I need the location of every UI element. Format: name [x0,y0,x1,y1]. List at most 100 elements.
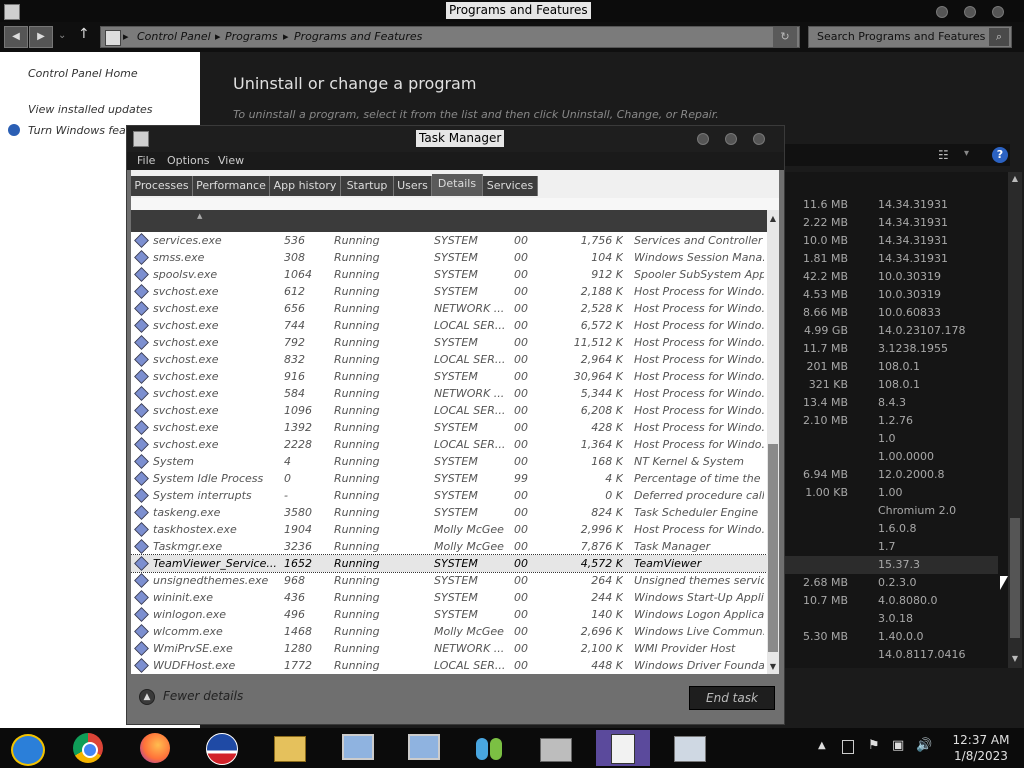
programs-list[interactable]: 11.6 MB 14.34.31931 2.22 MB 14.34.31931 10.0… [784,172,1010,668]
address-bar[interactable]: ▸ Control Panel ▸ Programs ▸ Programs an… [100,26,800,48]
scroll-down-icon[interactable]: ▼ [1010,654,1020,664]
windows-media-icon[interactable] [0,730,54,766]
obama-logo-icon[interactable] [194,730,248,766]
process-row[interactable]: services.exe 536 Running SYSTEM 00 1,756 K Ser… [131,232,767,249]
breadcrumb-control-panel[interactable]: Control Panel [137,27,211,47]
process-table[interactable]: services.exe 536 Running SYSTEM 00 1,756 K Ser… [131,232,767,674]
minimize-button[interactable] [936,6,948,18]
cash-register-icon[interactable] [528,730,582,766]
program-row[interactable]: 11.6 MB 14.34.31931 [784,196,998,214]
program-row[interactable]: 11.7 MB 3.1238.1955 [784,340,998,358]
program-row[interactable]: 13.4 MB 8.4.3 [784,394,998,412]
view-options-icon[interactable]: ☷ [938,148,949,162]
program-row[interactable]: 1.6.0.8 [784,520,998,538]
breadcrumb-programs-features[interactable]: Programs and Features [294,27,422,47]
program-row[interactable]: 6.94 MB 12.0.2000.8 [784,466,998,484]
search-input[interactable]: Search Programs and Features ⌕ [808,26,1012,48]
forward-button[interactable]: ▶ [29,26,53,48]
scroll-up-icon[interactable]: ▲ [767,214,779,223]
close-button[interactable] [992,6,1004,18]
scroll-down-icon[interactable]: ▼ [767,662,779,671]
program-row[interactable]: 42.2 MB 10.0.30319 [784,268,998,286]
program-row[interactable]: 10.0 MB 14.34.31931 [784,232,998,250]
control-panel-icon[interactable] [662,730,716,766]
chrome-icon[interactable] [62,730,116,766]
program-row[interactable]: 2.22 MB 14.34.31931 [784,214,998,232]
process-row[interactable]: WUDFHost.exe 1772 Running LOCAL SER... 00 448… [131,657,767,674]
process-row[interactable]: winlogon.exe 496 Running SYSTEM 00 140 K Windo… [131,606,767,623]
process-row[interactable]: spoolsv.exe 1064 Running SYSTEM 00 912 K Spool… [131,266,767,283]
tm-close-button[interactable] [753,133,765,145]
program-row[interactable]: 5.30 MB 1.40.0.0 [784,628,998,646]
menu-options[interactable]: Options [167,154,209,167]
process-row[interactable]: svchost.exe 916 Running SYSTEM 00 30,964 K Hos… [131,368,767,385]
program-row[interactable]: 321 KB 108.0.1 [784,376,998,394]
program-row[interactable]: 3.0.18 [784,610,998,628]
details-column-header[interactable]: ▲ [131,210,767,232]
end-task-button[interactable]: End task [689,686,775,710]
program-row[interactable]: 1.81 MB 14.34.31931 [784,250,998,268]
pf-scrollbar[interactable]: ▲ ▼ [1008,172,1022,668]
menu-view[interactable]: View [218,154,244,167]
view-installed-updates-link[interactable]: View installed updates [28,103,153,116]
show-hidden-icons[interactable]: ▲ [818,740,826,751]
search-icon[interactable]: ⌕ [989,28,1009,46]
messenger-icon[interactable] [462,730,516,766]
tab-performance[interactable]: Performance [193,176,270,196]
maximize-button[interactable] [964,6,976,18]
fewer-details-link[interactable]: Fewer details [163,689,243,703]
recent-dropdown-icon[interactable]: ⌄ [58,30,66,41]
breadcrumb-programs[interactable]: Programs [225,27,278,47]
tm-title-bar[interactable]: Task Manager [127,126,784,152]
control-panel-home-link[interactable]: Control Panel Home [28,67,138,80]
up-arrow-icon[interactable]: ↑ [78,26,90,42]
refresh-icon[interactable]: ↻ [773,27,797,47]
process-row[interactable]: WmiPrvSE.exe 1280 Running NETWORK ... 00 2,10… [131,640,767,657]
process-row[interactable]: svchost.exe 744 Running LOCAL SER... 00 6,572… [131,317,767,334]
program-row[interactable]: 1.0 [784,430,998,448]
program-row[interactable]: 8.66 MB 10.0.60833 [784,304,998,322]
process-row[interactable]: smss.exe 308 Running SYSTEM 00 104 K Windows S… [131,249,767,266]
program-row[interactable]: 2.10 MB 1.2.76 [784,412,998,430]
file-explorer-icon[interactable] [262,730,316,766]
process-row[interactable]: svchost.exe 656 Running NETWORK ... 00 2,528 … [131,300,767,317]
program-row[interactable]: 15.37.3 [784,556,998,574]
process-row[interactable]: unsignedthemes.exe 968 Running SYSTEM 00 264 … [131,572,767,589]
process-row[interactable]: TeamViewer_Service.... 1652 Running SYSTEM 0… [131,554,767,573]
process-row[interactable]: svchost.exe 1096 Running LOCAL SER... 00 6,20… [131,402,767,419]
remote-desktop-icon[interactable] [396,730,450,766]
system-clock[interactable]: 12:37 AM 1/8/2023 [946,732,1016,764]
pf-scroll-thumb[interactable] [1010,518,1020,638]
menu-file[interactable]: File [137,154,155,167]
tab-processes[interactable]: Processes [131,176,193,196]
process-row[interactable]: System Idle Process 0 Running SYSTEM 99 4 K Pe… [131,470,767,487]
program-row[interactable]: 2.68 MB 0.2.3.0 [784,574,998,592]
process-row[interactable]: System interrupts - Running SYSTEM 00 0 K Defe… [131,487,767,504]
process-row[interactable]: Taskmgr.exe 3236 Running Molly McGee 00 7,876… [131,538,767,555]
process-row[interactable]: svchost.exe 832 Running LOCAL SER... 00 2,964… [131,351,767,368]
chevron-up-icon[interactable]: ▲ [139,689,155,705]
tab-users[interactable]: Users [394,176,432,196]
tm-scroll-thumb[interactable] [768,444,778,652]
program-row[interactable]: 14.0.8117.0416 [784,646,998,664]
program-row[interactable]: 10.7 MB 4.0.8080.0 [784,592,998,610]
firefox-icon[interactable] [128,730,182,766]
process-row[interactable]: svchost.exe 1392 Running SYSTEM 00 428 K Host … [131,419,767,436]
process-row[interactable]: svchost.exe 584 Running NETWORK ... 00 5,344 … [131,385,767,402]
turn-windows-features-link[interactable]: Turn Windows feat [28,124,130,137]
process-row[interactable]: System 4 Running SYSTEM 00 168 K NT Kernel & S… [131,453,767,470]
program-row[interactable]: 1.00.0000 [784,448,998,466]
flag-icon[interactable]: ⚑ [868,738,880,753]
program-row[interactable]: 4.99 GB 14.0.23107.178 [784,322,998,340]
volume-icon[interactable]: 🔊 [916,738,932,753]
chevron-down-icon[interactable]: ▾ [964,148,969,159]
tab-details[interactable]: Details [432,174,483,196]
tm-minimize-button[interactable] [697,133,709,145]
tab-services[interactable]: Services [483,176,538,196]
process-row[interactable]: svchost.exe 612 Running SYSTEM 00 2,188 K Host… [131,283,767,300]
scroll-up-icon[interactable]: ▲ [1010,174,1020,184]
back-button[interactable]: ◀ [4,26,28,48]
process-row[interactable]: wlcomm.exe 1468 Running Molly McGee 00 2,696 … [131,623,767,640]
process-row[interactable]: svchost.exe 792 Running SYSTEM 00 11,512 K Hos… [131,334,767,351]
program-row[interactable]: 1.7 [784,538,998,556]
